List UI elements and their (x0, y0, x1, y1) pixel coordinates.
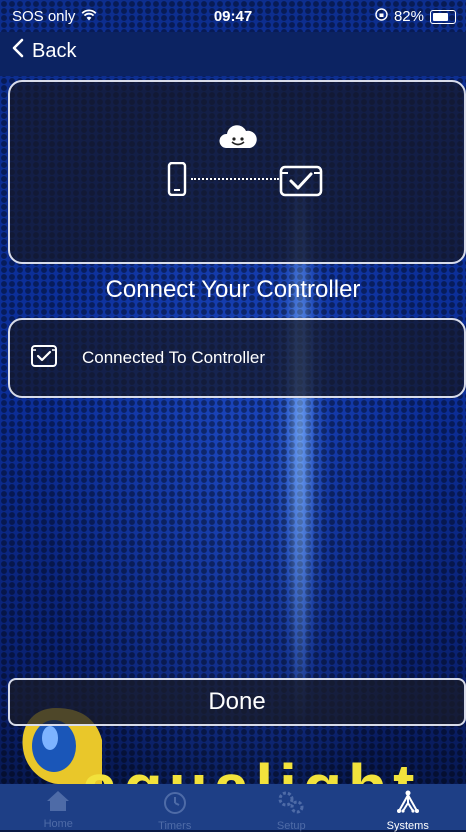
phone-icon (167, 162, 187, 201)
connection-status-row: Connected To Controller (8, 318, 466, 398)
back-button[interactable]: Back (12, 38, 76, 64)
connection-dots (191, 178, 279, 180)
tab-timers[interactable]: Timers (117, 784, 234, 830)
battery-fill (433, 13, 448, 21)
connection-status-text: Connected To Controller (82, 348, 265, 368)
controller-check-icon (30, 344, 58, 373)
cloud-icon (218, 122, 258, 157)
orientation-lock-icon (375, 8, 388, 25)
brand-wordmark: aqualight (82, 750, 420, 784)
done-button[interactable]: Done (8, 678, 466, 726)
tab-setup[interactable]: Setup (233, 784, 350, 830)
tab-bar: Home Timers Setup Systems (0, 784, 466, 830)
chevron-left-icon (12, 38, 24, 64)
battery-icon (430, 10, 456, 24)
home-icon (45, 789, 71, 816)
battery-percent: 82% (394, 8, 424, 25)
controller-icon (278, 164, 324, 203)
systems-icon (393, 789, 423, 818)
back-label: Back (32, 40, 76, 63)
gears-icon (275, 789, 307, 818)
tab-systems[interactable]: Systems (350, 784, 466, 830)
timer-icon (162, 789, 188, 818)
connection-illustration-panel (8, 80, 466, 264)
status-bar: SOS only 09:47 82% (0, 0, 466, 32)
page-title: Connect Your Controller (0, 276, 466, 304)
tab-home[interactable]: Home (0, 784, 117, 830)
